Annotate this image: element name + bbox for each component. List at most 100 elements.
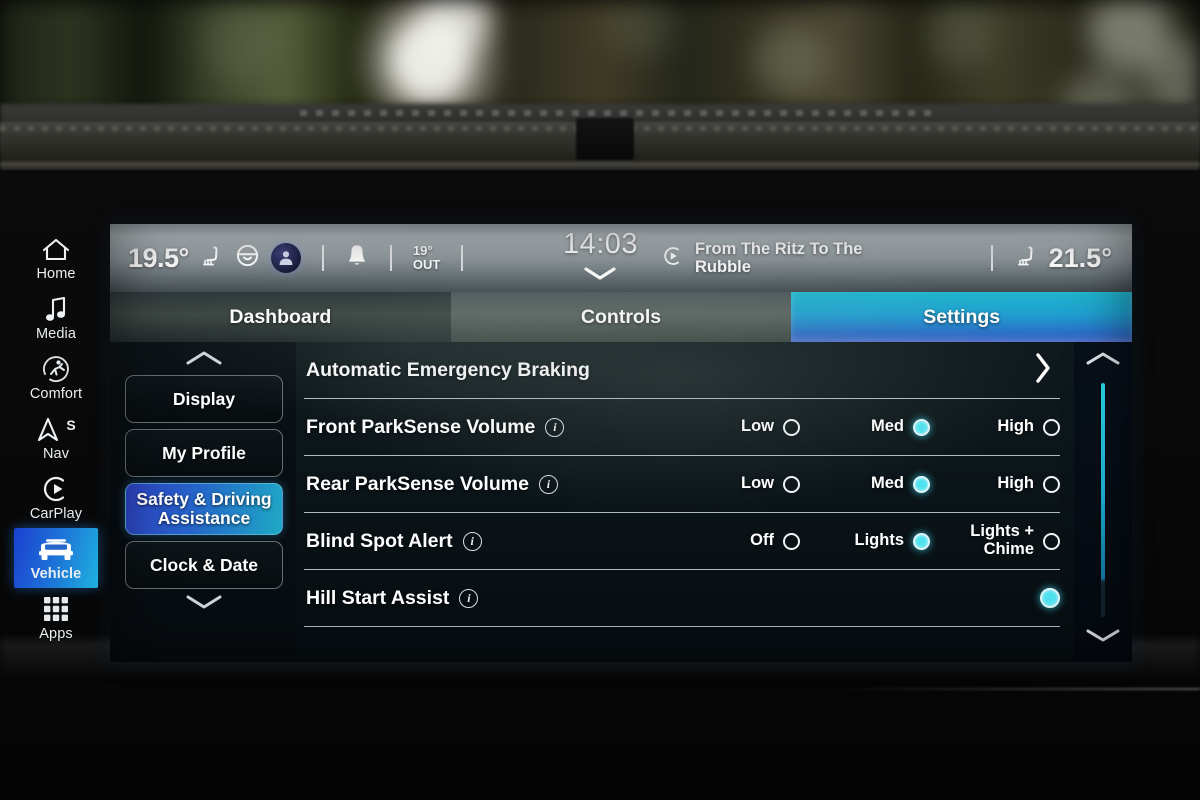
option-label: Med <box>871 474 904 493</box>
home-icon <box>41 234 71 264</box>
comfort-icon <box>41 354 71 384</box>
list-scrollbar[interactable] <box>1074 342 1132 662</box>
heated-steering-wheel-icon[interactable] <box>235 243 260 273</box>
heated-seat-icon[interactable] <box>1013 244 1039 273</box>
option-label: Med <box>871 417 904 436</box>
clock-widget[interactable]: 14:03 <box>563 228 638 289</box>
option-lights[interactable]: Lights <box>800 531 930 550</box>
radio-button[interactable] <box>783 418 800 436</box>
option-med[interactable]: Med <box>800 474 930 493</box>
radio-button[interactable] <box>1043 532 1060 550</box>
setting-title: Front ParkSense Volume <box>306 415 536 438</box>
option-label: Lights <box>854 531 905 550</box>
toggle-button-on[interactable] <box>1040 588 1060 608</box>
option-label: Lights + Chime <box>970 522 1034 558</box>
scroll-up-button[interactable] <box>1083 350 1123 373</box>
passenger-temperature[interactable]: 21.5° <box>1049 243 1112 274</box>
status-bar-right: 21.5° <box>981 243 1132 274</box>
heated-seat-icon[interactable] <box>200 244 224 273</box>
option-group: Low Med High <box>670 474 1060 493</box>
info-icon[interactable]: i <box>462 531 482 551</box>
driver-temperature[interactable]: 19.5° <box>128 243 189 274</box>
radio-button-selected[interactable] <box>913 475 930 493</box>
chevron-right-icon[interactable] <box>1032 350 1060 391</box>
sidebar-item-vehicle[interactable]: Vehicle <box>14 528 98 588</box>
option-toggle[interactable] <box>930 588 1060 608</box>
tab-controls[interactable]: Controls <box>450 292 792 342</box>
clock-time: 14:03 <box>562 227 639 260</box>
category-display[interactable]: Display <box>125 375 283 423</box>
radio-button-selected[interactable] <box>913 532 930 550</box>
dashboard-stitching-upper <box>300 110 940 116</box>
tab-settings[interactable]: Settings <box>791 292 1132 342</box>
setting-label: Hill Start Assist i <box>304 587 479 610</box>
setting-row-rear-parksense-volume[interactable]: Rear ParkSense Volume i Low Med High <box>304 456 1060 513</box>
info-icon[interactable]: i <box>538 474 558 494</box>
sidebar-item-nav[interactable]: S Nav <box>14 408 98 468</box>
radio-button[interactable] <box>1043 418 1060 436</box>
bell-icon[interactable] <box>345 243 369 273</box>
settings-category-menu: Display My Profile Safety & Driving Assi… <box>110 342 296 662</box>
sidebar-item-media[interactable]: Media <box>14 288 98 348</box>
info-icon[interactable]: i <box>459 588 479 608</box>
tab-dashboard[interactable]: Dashboard <box>110 292 451 342</box>
chevron-down-icon <box>182 593 226 616</box>
sidebar-item-label: Vehicle <box>30 566 82 582</box>
scrollbar-track[interactable] <box>1101 383 1105 617</box>
sidebar-item-carplay[interactable]: CarPlay <box>14 468 98 528</box>
status-divider <box>321 245 324 271</box>
setting-row-hill-start-assist[interactable]: Hill Start Assist i <box>304 570 1060 627</box>
option-high[interactable]: High <box>930 417 1060 436</box>
radio-button[interactable] <box>783 475 800 493</box>
option-off[interactable]: Off <box>670 531 800 550</box>
radio-button[interactable] <box>1043 475 1060 493</box>
tab-label: Dashboard <box>229 305 332 328</box>
radio-button[interactable] <box>783 532 800 550</box>
info-icon[interactable]: i <box>545 417 565 437</box>
sidebar-item-home[interactable]: Home <box>14 228 98 288</box>
category-label: Safety & Driving Assistance <box>136 489 272 528</box>
option-label: High <box>997 474 1034 493</box>
category-my-profile[interactable]: My Profile <box>125 429 283 477</box>
option-group <box>930 588 1060 608</box>
chevron-down-icon[interactable] <box>563 256 638 289</box>
sidebar-item-label: Comfort <box>29 386 83 402</box>
media-play-icon <box>662 245 684 272</box>
carplay-icon <box>41 474 71 504</box>
sidebar-item-apps[interactable]: Apps <box>14 588 98 648</box>
setting-row-partially-visible[interactable] <box>304 627 1060 655</box>
setting-title: Automatic Emergency Braking <box>306 358 590 381</box>
option-high[interactable]: High <box>930 474 1060 493</box>
now-playing-widget[interactable]: From The Ritz To The Rubble <box>662 240 891 277</box>
outside-temp-label: OUT <box>412 257 441 272</box>
sidebar-item-comfort[interactable]: Comfort <box>14 348 98 408</box>
radio-button-selected[interactable] <box>913 418 930 436</box>
option-low[interactable]: Low <box>670 474 800 493</box>
setting-row-front-parksense-volume[interactable]: Front ParkSense Volume i Low Med High <box>304 399 1060 456</box>
driver-profile-icon[interactable] <box>270 243 301 273</box>
scroll-down-button[interactable] <box>1083 627 1123 650</box>
menu-scroll-up-button[interactable] <box>182 348 226 372</box>
setting-label: Blind Spot Alert i <box>304 530 482 553</box>
nav-compass-badge: S <box>66 417 76 433</box>
category-safety-driving-assistance[interactable]: Safety & Driving Assistance <box>125 483 283 535</box>
tab-bar: Dashboard Controls Settings <box>110 292 1132 342</box>
setting-label: Automatic Emergency Braking <box>304 359 590 382</box>
option-label: Off <box>750 531 774 550</box>
chevron-up-icon <box>182 349 226 372</box>
setting-row-automatic-emergency-braking[interactable]: Automatic Emergency Braking <box>304 342 1060 399</box>
menu-scroll-down-button[interactable] <box>182 592 226 616</box>
option-low[interactable]: Low <box>670 417 800 436</box>
sidebar-item-label: Home <box>36 266 76 282</box>
sidebar-item-label: Media <box>36 326 76 342</box>
bezel-edge-highlight <box>830 688 1200 690</box>
scrollbar-thumb[interactable] <box>1101 383 1105 580</box>
status-divider <box>990 245 993 271</box>
option-lights-chime[interactable]: Lights + Chime <box>930 522 1060 559</box>
tab-label: Controls <box>580 305 662 328</box>
option-med[interactable]: Med <box>800 417 930 436</box>
setting-row-blind-spot-alert[interactable]: Blind Spot Alert i Off Lights Lights + C… <box>304 513 1060 570</box>
tab-label: Settings <box>923 305 1001 328</box>
sidebar-item-label: Apps <box>39 626 73 642</box>
category-clock-date[interactable]: Clock & Date <box>125 541 283 589</box>
